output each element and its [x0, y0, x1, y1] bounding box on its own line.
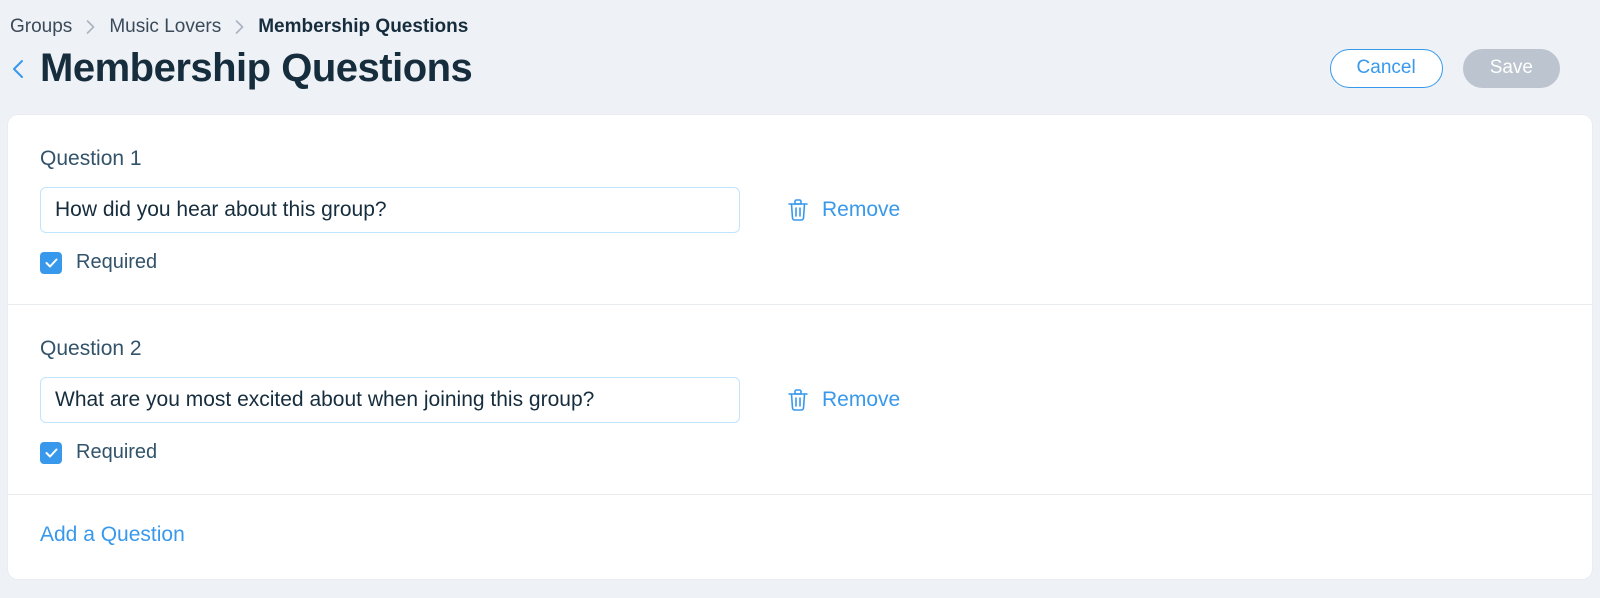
remove-button[interactable]: Remove — [782, 384, 906, 416]
page-title: Membership Questions — [40, 46, 472, 91]
header-actions: Cancel Save — [1330, 49, 1592, 88]
required-label: Required — [76, 441, 157, 464]
chevron-left-icon — [12, 59, 24, 79]
check-icon — [45, 448, 58, 458]
back-button[interactable] — [8, 57, 28, 81]
remove-label: Remove — [822, 388, 900, 412]
question-label: Question 1 — [40, 147, 1560, 171]
add-question-button[interactable]: Add a Question — [40, 523, 185, 547]
trash-icon — [788, 389, 808, 411]
breadcrumb-link-groups[interactable]: Groups — [10, 16, 72, 38]
question-label: Question 2 — [40, 337, 1560, 361]
breadcrumb-current: Membership Questions — [258, 16, 468, 38]
questions-card: Question 1 Remove — [8, 115, 1592, 579]
remove-button[interactable]: Remove — [782, 194, 906, 226]
required-checkbox[interactable] — [40, 252, 62, 274]
trash-icon — [788, 199, 808, 221]
chevron-right-icon — [235, 20, 244, 34]
remove-label: Remove — [822, 198, 900, 222]
check-icon — [45, 258, 58, 268]
required-checkbox[interactable] — [40, 442, 62, 464]
question-section: Question 2 Remove — [8, 305, 1592, 495]
add-question-section: Add a Question — [8, 495, 1592, 579]
chevron-right-icon — [86, 20, 95, 34]
page-header: Membership Questions Cancel Save — [8, 46, 1592, 115]
question-input[interactable] — [40, 187, 740, 233]
question-input[interactable] — [40, 377, 740, 423]
question-section: Question 1 Remove — [8, 115, 1592, 305]
breadcrumb: Groups Music Lovers Membership Questions — [8, 0, 1592, 46]
required-label: Required — [76, 251, 157, 274]
save-button[interactable]: Save — [1463, 49, 1560, 88]
cancel-button[interactable]: Cancel — [1330, 49, 1443, 88]
breadcrumb-link-group[interactable]: Music Lovers — [109, 16, 221, 38]
